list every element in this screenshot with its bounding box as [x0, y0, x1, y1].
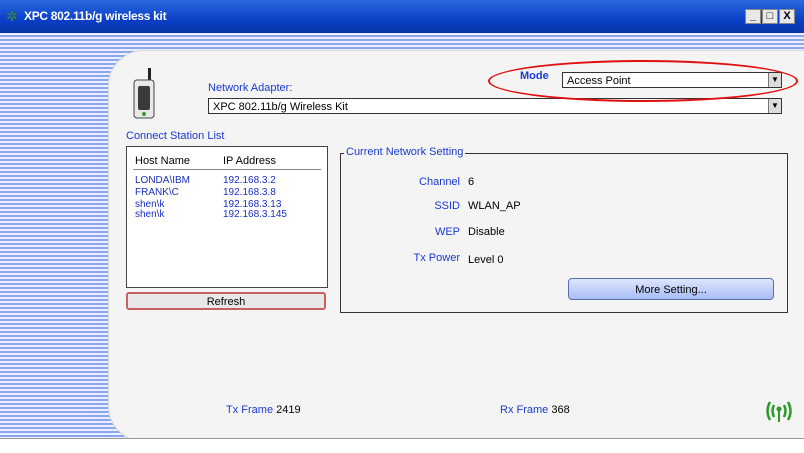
tx-frame-label: Tx Frame: [226, 404, 274, 416]
close-button[interactable]: X: [779, 9, 795, 24]
chevron-down-icon[interactable]: ▼: [768, 99, 781, 113]
mode-highlight-oval: [488, 60, 798, 102]
column-host-name[interactable]: Host Name: [135, 155, 190, 167]
more-setting-button[interactable]: More Setting...: [568, 278, 774, 300]
minimize-button[interactable]: _: [745, 9, 761, 24]
tx-power-value: Level 0: [468, 254, 504, 266]
rx-frame-counter: Rx Frame 368: [500, 404, 570, 416]
header-divider: [133, 169, 321, 170]
wep-label: WEP: [434, 226, 460, 238]
network-adapter-label: Network Adapter:: [208, 82, 293, 94]
column-ip-address[interactable]: IP Address: [223, 155, 276, 167]
station-host[interactable]: shen\k: [135, 209, 164, 220]
ssid-value: WLAN_AP: [468, 200, 521, 212]
refresh-button[interactable]: Refresh: [126, 292, 326, 310]
title-bar: ✲ XPC 802.11b/g wireless kit _ □ X: [0, 0, 804, 33]
station-list-label: Connect Station List: [126, 130, 225, 142]
ssid-label: SSID: [434, 200, 460, 212]
tx-power-label: Tx Power: [413, 252, 460, 264]
network-adapter-value: XPC 802.11b/g Wireless Kit: [213, 101, 348, 113]
wep-value: Disable: [468, 226, 505, 238]
station-ip[interactable]: 192.168.3.2: [223, 175, 276, 186]
app-icon: ✲: [6, 8, 18, 24]
channel-value: 6: [468, 176, 475, 188]
current-network-title: Current Network Setting: [344, 146, 466, 158]
wireless-router-icon: [133, 68, 155, 119]
station-ip[interactable]: 192.168.3.145: [223, 209, 287, 220]
station-host[interactable]: LONDA\IBM: [135, 175, 190, 186]
station-host[interactable]: FRANK\C: [135, 187, 179, 198]
channel-label: Channel: [419, 176, 460, 188]
station-list[interactable]: Host Name IP Address LONDA\IBM 192.168.3…: [126, 146, 328, 288]
window-title: XPC 802.11b/g wireless kit: [24, 9, 167, 23]
rx-frame-label: Rx Frame: [500, 404, 549, 416]
tx-frame-counter: Tx Frame 2419: [226, 404, 301, 416]
tx-frame-value: 2419: [276, 404, 301, 416]
station-ip[interactable]: 192.168.3.8: [223, 187, 276, 198]
rx-frame-value: 368: [551, 404, 570, 416]
maximize-button[interactable]: □: [762, 9, 778, 24]
antenna-signal-icon: [766, 401, 792, 422]
status-strip: [0, 438, 804, 453]
